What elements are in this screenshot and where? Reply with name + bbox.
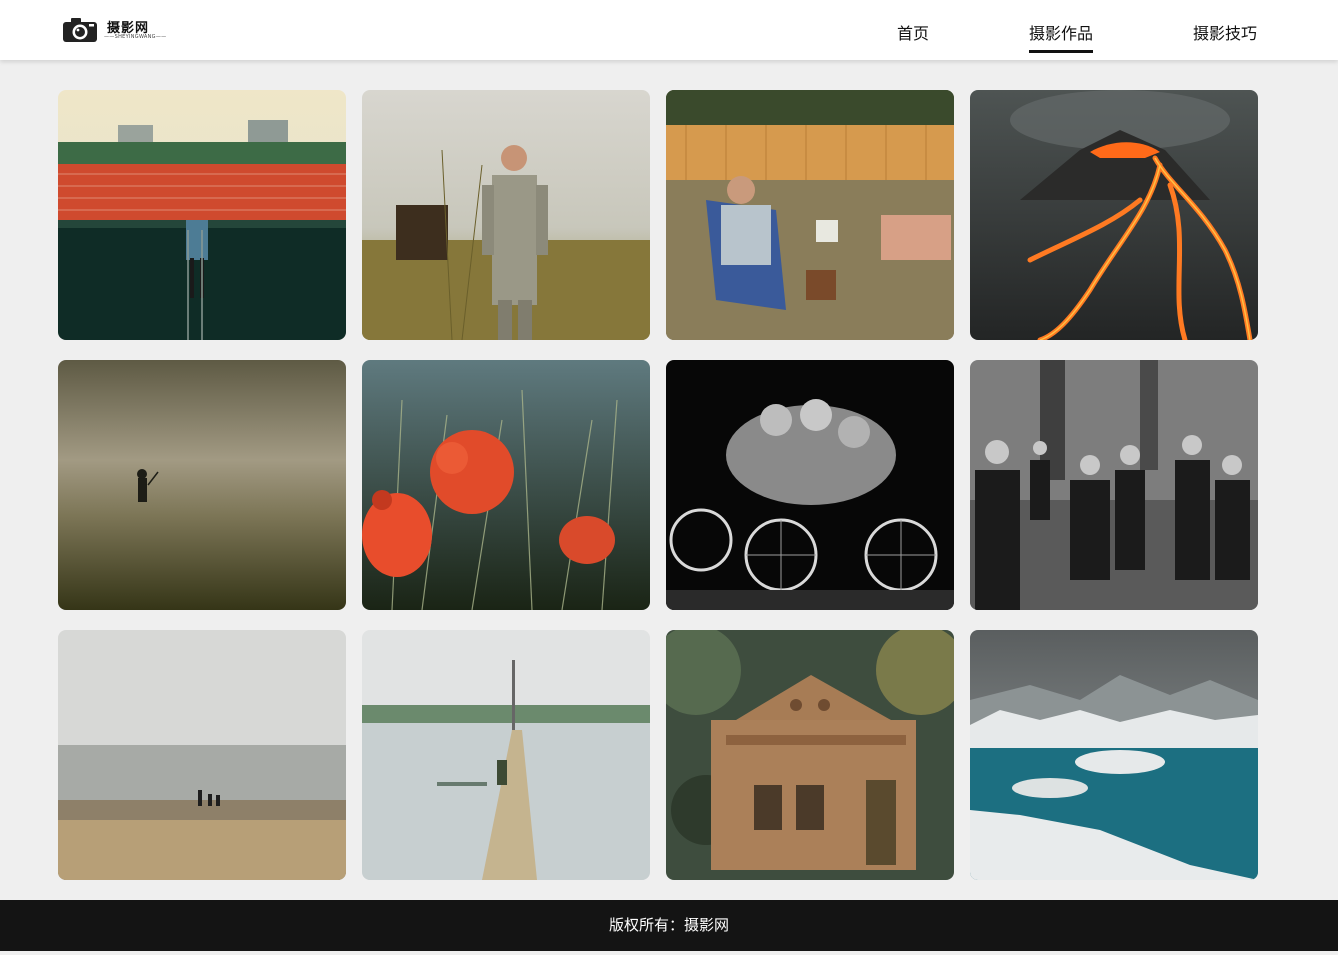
women-forest-photo — [970, 360, 1258, 610]
photo-tile[interactable] — [362, 630, 650, 880]
poppies-photo — [362, 360, 650, 610]
snowy-fjord-photo — [970, 630, 1258, 880]
photo-tile[interactable] — [666, 360, 954, 610]
site-logo[interactable]: 摄影网 ——SHEYINGWANG—— — [62, 16, 166, 44]
copyright-text: 版权所有：摄影网 — [608, 916, 729, 934]
nav-works[interactable]: 摄影作品 — [1029, 20, 1094, 53]
photo-tile[interactable] — [970, 90, 1258, 340]
photo-tile[interactable] — [970, 630, 1258, 880]
beekeeper-photo — [362, 90, 650, 340]
photo-tile[interactable] — [970, 360, 1258, 610]
photo-gallery — [58, 90, 1258, 880]
misty-beach-photo — [58, 630, 346, 880]
brand-subtitle: ——SHEYINGWANG—— — [104, 34, 167, 40]
camera-icon — [63, 18, 97, 42]
photo-tile[interactable] — [666, 90, 954, 340]
photo-tile[interactable] — [58, 90, 346, 340]
deckchair-photo — [666, 90, 954, 340]
site-footer: 版权所有：摄影网 — [0, 900, 1338, 951]
photo-tile[interactable] — [58, 630, 346, 880]
flooded-path-photo — [362, 630, 650, 880]
photo-tile[interactable] — [666, 630, 954, 880]
nav-tips[interactable]: 摄影技巧 — [1193, 20, 1257, 44]
photo-tile[interactable] — [362, 360, 650, 610]
photo-tile[interactable] — [58, 360, 346, 610]
abandoned-house-photo — [666, 630, 954, 880]
volcano-photo — [970, 90, 1258, 340]
site-header: 摄影网 ——SHEYINGWANG—— 首页 摄影作品 摄影技巧 — [0, 0, 1338, 60]
foggy-field-photo — [58, 360, 346, 610]
photo-tile[interactable] — [362, 90, 650, 340]
stadium-photo — [58, 90, 346, 340]
nav-home[interactable]: 首页 — [897, 20, 929, 44]
wheelchair-athletes-photo — [666, 360, 954, 610]
